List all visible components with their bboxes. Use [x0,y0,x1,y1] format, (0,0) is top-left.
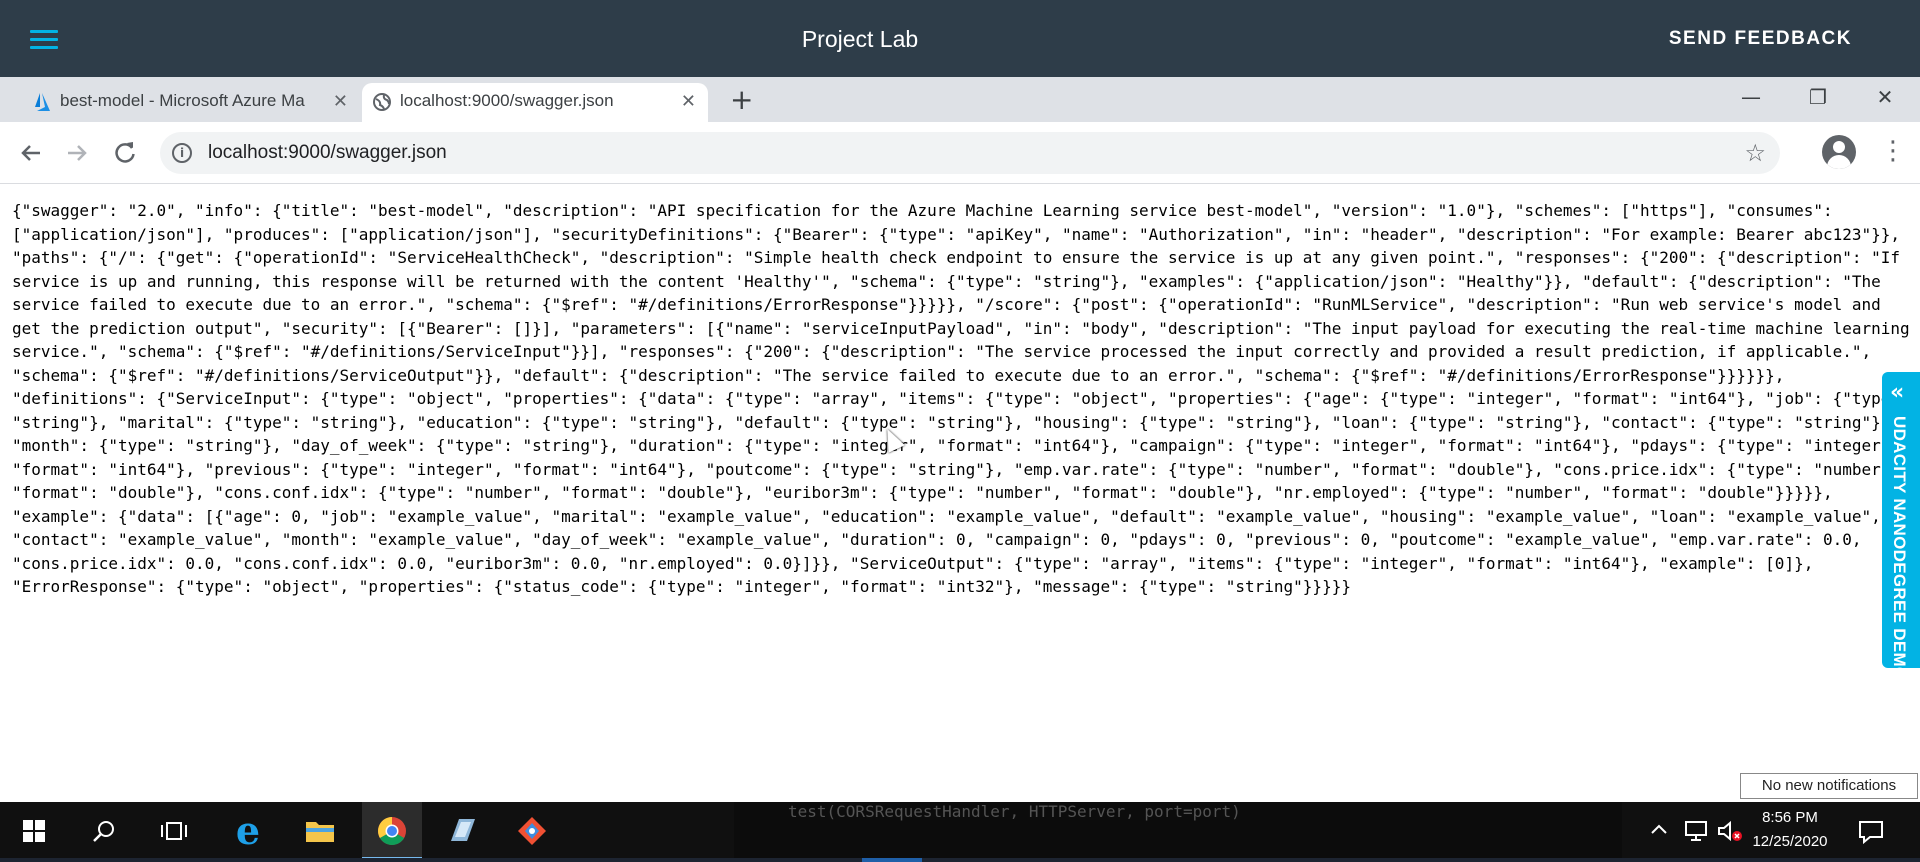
tab-label: localhost:9000/swagger.json [400,91,614,110]
new-tab-button[interactable]: + [730,84,753,116]
ie-icon[interactable]: e [218,802,278,860]
page-content: {"swagger": "2.0", "info": {"title": "be… [0,185,1920,795]
globe-icon [373,93,391,111]
app-title: Project Lab [801,26,919,52]
task-view-icon[interactable] [144,802,204,860]
tab-close-icon[interactable]: ✕ [681,83,696,119]
back-arrow-icon[interactable] [16,138,46,168]
chevron-up-icon[interactable] [1650,820,1668,844]
app-header: Project Lab SEND FEEDBACK [0,0,1920,77]
azure-icon [35,93,50,111]
tab-label: best-model - Microsoft Azure Ma [60,91,305,110]
star-icon[interactable]: ☆ [1744,139,1766,167]
git-icon[interactable] [502,802,562,860]
kebab-menu-icon[interactable]: ⋮ [1880,136,1906,166]
minimize-button[interactable]: — [1728,82,1774,112]
chrome-icon[interactable] [362,802,422,860]
taskbar-bottom-strip [0,858,1920,862]
forward-arrow-icon[interactable] [62,138,92,168]
app-icon[interactable] [432,802,492,860]
side-tab-label: UDACITY NANODEGREE DEMO [1890,416,1909,681]
send-feedback-button[interactable]: SEND FEEDBACK [1669,28,1852,50]
browser-toolbar: i localhost:9000/swagger.json ☆ ⋮ [0,122,1920,184]
notification-tooltip: No new notifications [1740,773,1918,799]
clock-time: 8:56 PM [1762,809,1818,826]
tab-close-icon[interactable]: ✕ [333,83,348,119]
browser-tab-strip: best-model - Microsoft Azure Ma ✕ localh… [0,77,1920,122]
action-center-icon[interactable] [1858,820,1884,849]
info-icon[interactable]: i [172,143,192,163]
terminal-window-peek: test(CORSRequestHandler, HTTPServer, por… [734,802,1622,860]
windows-taskbar: e test(CORSRequestHandler, HTTPServer, p… [0,802,1920,862]
terminal-text: test(CORSRequestHandler, HTTPServer, por… [788,802,1241,821]
udacity-demo-side-tab[interactable]: « UDACITY NANODEGREE DEMO [1882,372,1920,680]
taskbar-clock[interactable]: 8:56 PM 12/25/2020 [1746,806,1834,854]
network-icon[interactable] [1683,820,1709,847]
windows-start-icon[interactable] [4,802,64,860]
file-explorer-icon[interactable] [290,802,350,860]
url-text[interactable]: localhost:9000/swagger.json [208,142,447,164]
search-icon[interactable] [74,802,134,860]
address-bar[interactable]: i localhost:9000/swagger.json ☆ [160,132,1780,174]
tab-azure[interactable]: best-model - Microsoft Azure Ma ✕ [22,83,360,122]
restore-button[interactable]: ❐ [1795,82,1841,112]
profile-icon[interactable] [1822,135,1856,169]
double-chevron-left-icon: « [1890,380,1905,405]
window-close-button[interactable]: ✕ [1862,82,1908,112]
volume-muted-icon[interactable] [1716,820,1744,847]
clock-date: 12/25/2020 [1752,833,1828,850]
swagger-json-text: {"swagger": "2.0", "info": {"title": "be… [12,201,1910,596]
reload-icon[interactable] [110,138,140,168]
tab-swagger[interactable]: localhost:9000/swagger.json ✕ [362,83,708,122]
